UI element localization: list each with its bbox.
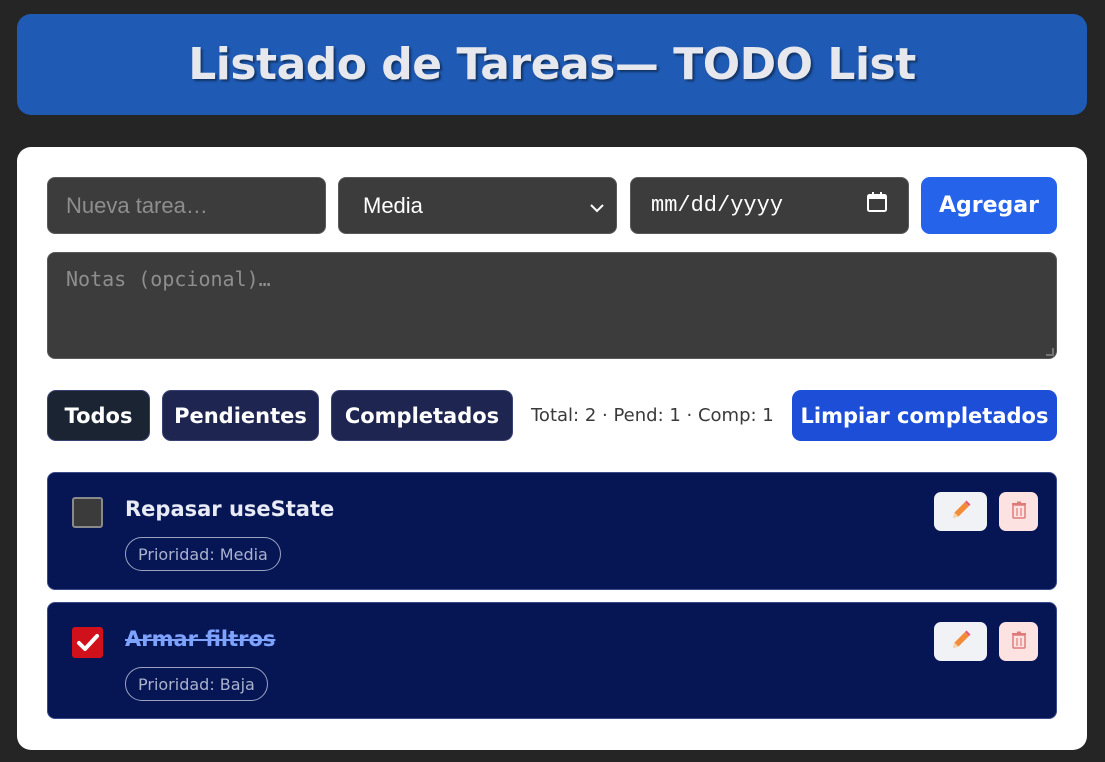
trash-icon: [1011, 631, 1027, 653]
pencil-icon: [949, 628, 973, 656]
filter-completed-button[interactable]: Completados: [331, 390, 513, 441]
notes-placeholder: Notas (opcional)…: [66, 267, 271, 291]
todo-title: Repasar useState: [125, 497, 335, 521]
chevron-down-icon: [590, 193, 604, 219]
delete-button[interactable]: [999, 622, 1038, 661]
todo-item: Armar filtros Prioridad: Baja: [47, 602, 1057, 719]
filter-pending-button[interactable]: Pendientes: [162, 390, 319, 441]
task-input[interactable]: Nueva tarea…: [47, 177, 326, 234]
edit-button[interactable]: [934, 622, 987, 661]
todo-checkbox[interactable]: [72, 627, 103, 658]
todo-item: Repasar useState Prioridad: Media: [47, 472, 1057, 590]
task-counts: Total: 2 · Pend: 1 · Comp: 1: [531, 405, 774, 426]
date-input[interactable]: mm/dd/yyyy: [630, 177, 909, 234]
app-header: Listado de Tareas— TODO List: [17, 14, 1087, 115]
calendar-icon[interactable]: [866, 191, 888, 220]
todo-card: Nueva tarea… Media mm/dd/yyyy Agregar No…: [17, 147, 1087, 750]
priority-select[interactable]: Media: [338, 177, 617, 234]
edit-button[interactable]: [934, 492, 987, 531]
trash-icon: [1011, 501, 1027, 523]
delete-button[interactable]: [999, 492, 1038, 531]
filter-all-button[interactable]: Todos: [47, 390, 150, 441]
clear-completed-button[interactable]: Limpiar completados: [792, 390, 1057, 441]
task-input-placeholder: Nueva tarea…: [66, 192, 208, 218]
notes-textarea[interactable]: Notas (opcional)…: [47, 252, 1057, 359]
priority-badge: Prioridad: Media: [125, 537, 281, 571]
page-title: Listado de Tareas— TODO List: [188, 39, 916, 90]
pencil-icon: [949, 498, 973, 526]
resize-handle[interactable]: [1046, 348, 1054, 356]
add-button[interactable]: Agregar: [921, 177, 1057, 234]
date-input-placeholder: mm/dd/yyyy: [651, 193, 784, 218]
priority-badge: Prioridad: Baja: [125, 667, 268, 701]
todo-checkbox[interactable]: [72, 497, 103, 528]
priority-selected-value: Media: [363, 192, 423, 218]
todo-title: Armar filtros: [125, 627, 276, 651]
